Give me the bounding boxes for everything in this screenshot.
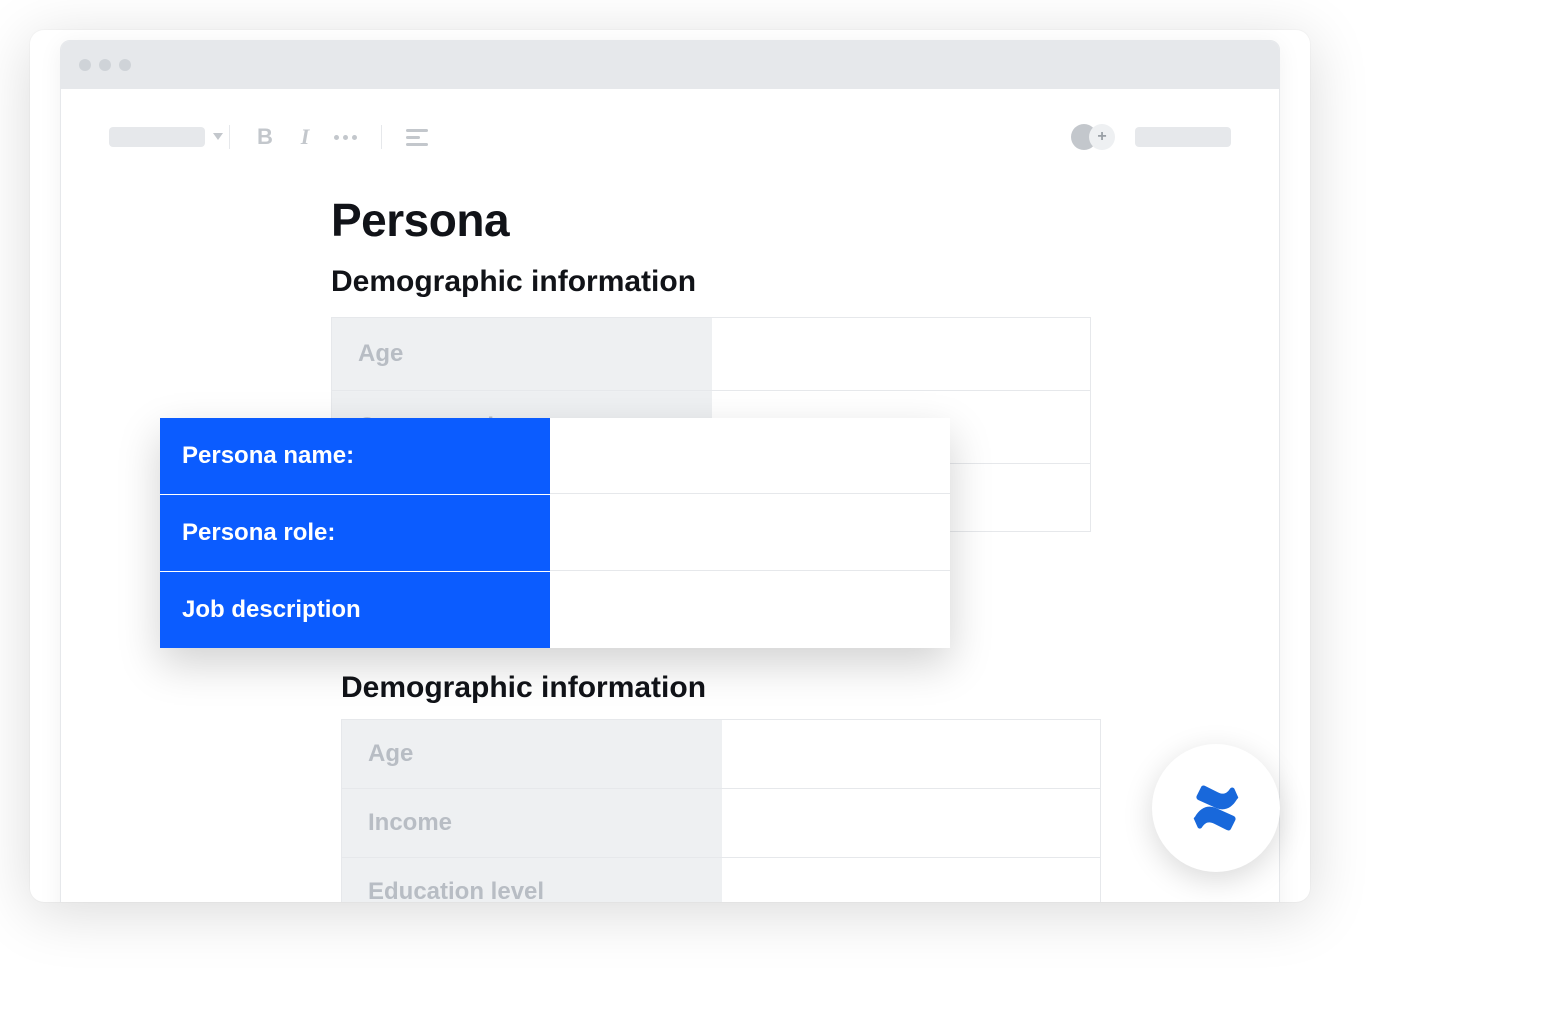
table-header-cell[interactable]: Age bbox=[342, 720, 722, 788]
table-row: Education level bbox=[342, 857, 1100, 902]
section-heading[interactable]: Demographic information bbox=[331, 265, 1091, 299]
text-style-select[interactable] bbox=[109, 127, 205, 147]
table-header-cell[interactable]: Persona name: bbox=[160, 418, 550, 494]
table-cell[interactable] bbox=[550, 572, 950, 648]
add-collaborator-button[interactable]: + bbox=[1089, 124, 1115, 150]
window-dot-maximize[interactable] bbox=[119, 59, 131, 71]
table-header-cell[interactable]: Persona role: bbox=[160, 495, 550, 571]
table-header-cell[interactable]: Income bbox=[342, 789, 722, 857]
table-cell[interactable] bbox=[722, 720, 1100, 788]
italic-button[interactable]: I bbox=[294, 124, 316, 150]
table-cell[interactable] bbox=[722, 858, 1100, 902]
table-header-cell[interactable]: Education level bbox=[342, 858, 722, 902]
table-row: Age bbox=[332, 318, 1090, 390]
toolbar-divider bbox=[381, 125, 382, 149]
demographic-table-bottom[interactable]: Age Income Education level bbox=[341, 719, 1101, 902]
window-titlebar bbox=[61, 41, 1279, 89]
document-body-lower[interactable]: Demographic information Age Income Educa… bbox=[341, 671, 1101, 902]
confluence-icon bbox=[1188, 780, 1244, 836]
section-heading[interactable]: Demographic information bbox=[341, 671, 1101, 705]
table-row: Persona name: bbox=[160, 418, 950, 494]
table-cell[interactable] bbox=[550, 495, 950, 571]
window-dot-close[interactable] bbox=[79, 59, 91, 71]
window-dot-minimize[interactable] bbox=[99, 59, 111, 71]
primary-action-button[interactable] bbox=[1135, 127, 1231, 147]
align-left-button[interactable] bbox=[406, 129, 428, 146]
collaborator-avatars[interactable]: + bbox=[1071, 124, 1117, 150]
table-row: Income bbox=[342, 788, 1100, 857]
table-cell[interactable] bbox=[550, 418, 950, 494]
page-title[interactable]: Persona bbox=[331, 193, 1091, 247]
table-header-cell[interactable]: Age bbox=[332, 318, 712, 390]
table-cell[interactable] bbox=[722, 789, 1100, 857]
app-window-frame: B I + bbox=[30, 30, 1310, 902]
table-cell[interactable] bbox=[712, 318, 1090, 390]
table-row: Persona role: bbox=[160, 494, 950, 571]
table-row: Age bbox=[342, 720, 1100, 788]
table-header-cell[interactable]: Job description bbox=[160, 572, 550, 648]
toolbar-divider bbox=[229, 125, 230, 149]
confluence-logo-badge bbox=[1152, 744, 1280, 872]
overlay-persona-table[interactable]: Persona name: Persona role: Job descript… bbox=[160, 418, 950, 648]
editor-toolbar: B I + bbox=[109, 117, 1231, 157]
bold-button[interactable]: B bbox=[254, 124, 276, 150]
more-formatting-button[interactable] bbox=[334, 135, 357, 140]
table-row: Job description bbox=[160, 571, 950, 648]
